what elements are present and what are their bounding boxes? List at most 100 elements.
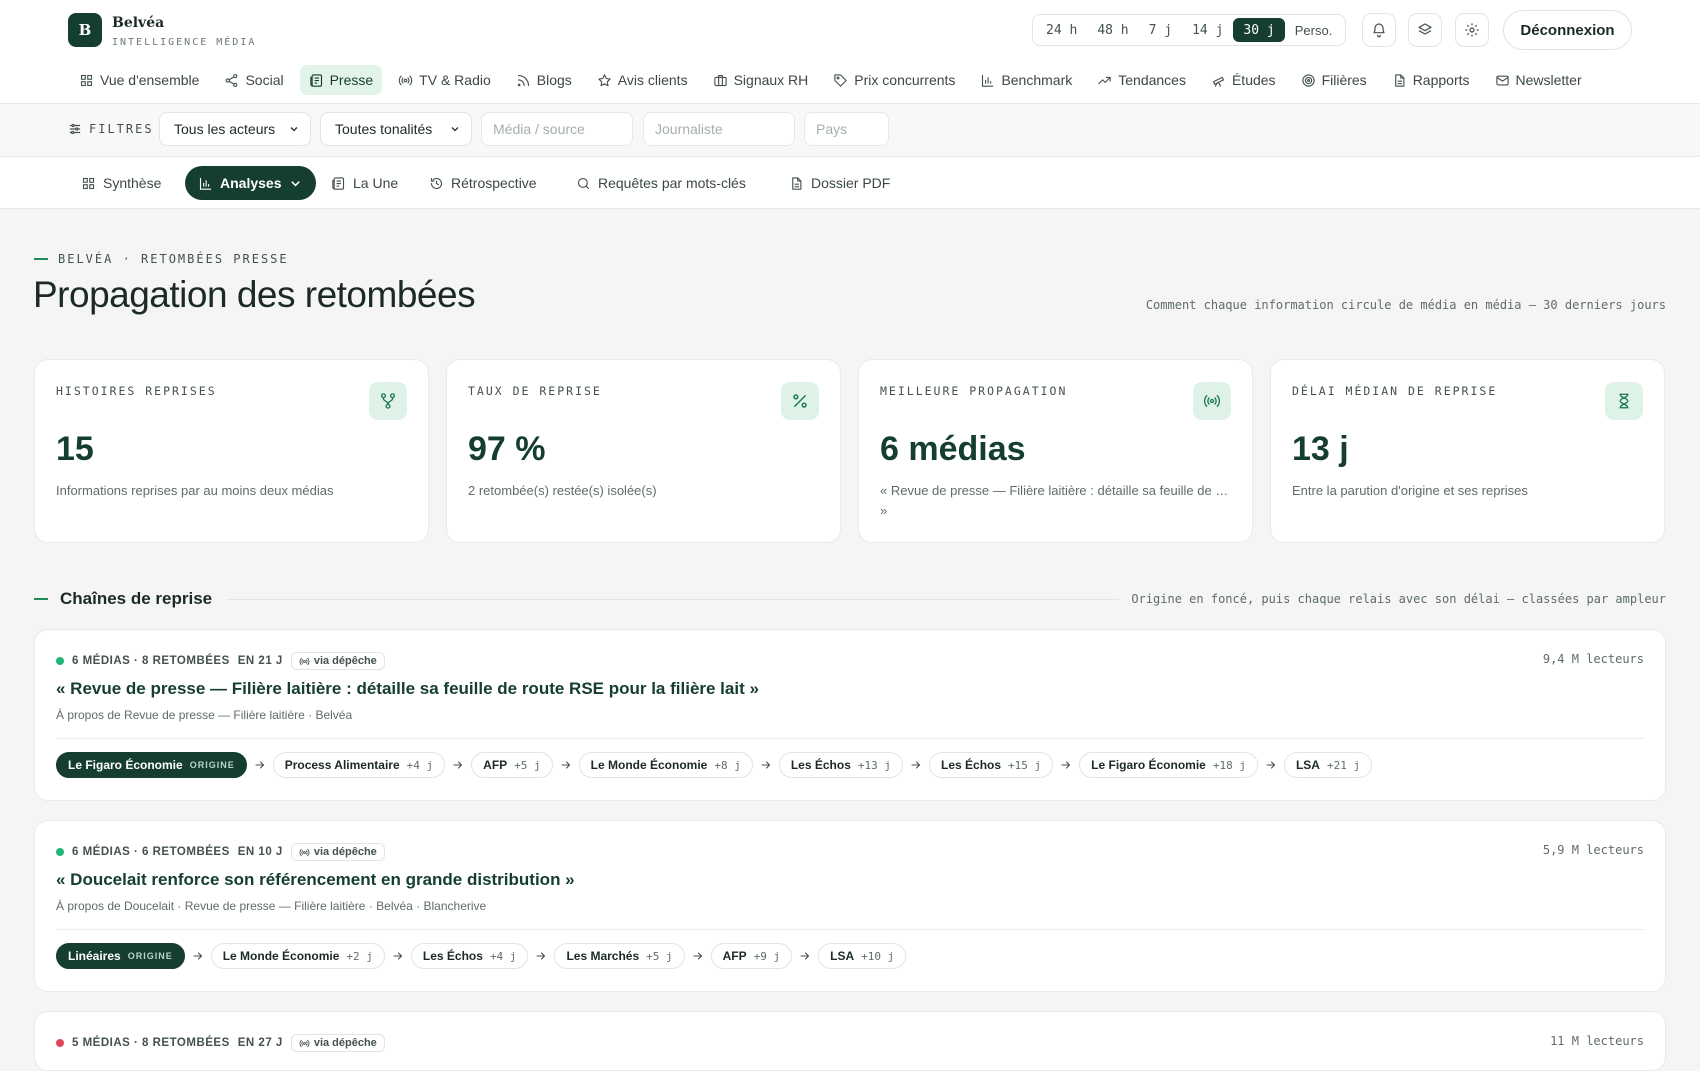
arrow-right-icon [798,949,812,963]
kpi-value: 15 [56,430,94,468]
period-14j[interactable]: 14 j [1182,18,1233,42]
tab-analyses[interactable]: Analyses [185,166,317,200]
arrow-right-icon [691,949,705,963]
nav-social[interactable]: Social [215,65,292,95]
depeche-label: via dépêche [313,1037,377,1049]
relay-chip[interactable]: AFP +5 j [471,752,553,778]
nav-avis-clients[interactable]: Avis clients [588,65,697,95]
media-source-input[interactable]: Média / source [481,112,633,146]
relay-chip[interactable]: Le Monde Économie +8 j [578,752,753,778]
relay-chip[interactable]: Process Alimentaire +4 j [272,752,446,778]
tab-label: Dossier PDF [811,175,891,191]
chain-meta-text: 6 MÉDIAS · 8 RETOMBÉES [72,655,230,667]
layers-button[interactable] [1408,13,1442,47]
nav-vue-ensemble[interactable]: Vue d'ensemble [70,65,208,95]
origin-chip[interactable]: Linéaires ORIGINE [56,943,185,969]
relay-chain: Linéaires ORIGINE Le Monde Économie +2 j … [56,943,907,969]
period-48h[interactable]: 48 h [1087,18,1138,42]
period-24h[interactable]: 24 h [1036,18,1087,42]
nav-benchmark[interactable]: Benchmark [971,65,1081,95]
country-input[interactable]: Pays [804,112,889,146]
tab-dossier-pdf[interactable]: Dossier PDF [776,166,903,200]
tab-label: Analyses [220,175,282,191]
section-divider [226,598,1120,600]
relay-delay: +2 j [346,949,373,963]
nav-label: Études [1231,72,1276,88]
kpi-card-propagation: MEILLEURE PROPAGATION 6 médias « Revue d… [858,359,1253,543]
origin-media: Le Figaro Économie [68,758,183,772]
tab-retrospective[interactable]: Rétrospective [416,166,550,200]
period-30j[interactable]: 30 j [1233,18,1285,42]
relay-delay: +5 j [514,758,541,772]
relay-media: Process Alimentaire [284,758,400,772]
arrow-right-icon [451,758,465,772]
relay-chip[interactable]: AFP +9 j [710,943,793,969]
nav-signaux-rh[interactable]: Signaux RH [704,65,818,95]
origin-chip[interactable]: Le Figaro Économie ORIGINE [56,752,247,778]
relay-delay: +18 j [1212,758,1246,772]
grid-icon [80,74,93,86]
notifications-button[interactable] [1362,13,1396,47]
journalist-input[interactable]: Journaliste [643,112,795,146]
nav-newsletter[interactable]: Newsletter [1486,65,1591,95]
actors-select[interactable]: Tous les acteurs [159,112,311,146]
nav-etudes[interactable]: Études [1202,65,1285,95]
nav-filieres[interactable]: Filières [1292,65,1376,95]
nav-presse[interactable]: Presse [299,65,383,95]
origin-tag: ORIGINE [127,951,173,961]
newspaper-icon [332,176,345,190]
relay-chip[interactable]: Le Figaro Économie +18 j [1079,752,1258,778]
arrow-right-icon [391,949,405,963]
tab-la-une[interactable]: La Une [318,166,411,200]
relay-chip[interactable]: Le Monde Économie +2 j [210,943,385,969]
eyebrow-dash [34,258,48,260]
main-nav: Vue d'ensemble Social Presse TV & Radio … [70,64,1700,96]
relay-chip[interactable]: LSA +10 j [818,943,907,969]
settings-button[interactable] [1455,13,1489,47]
chain-about: À propos de Doucelait · Revue de presse … [56,899,487,913]
target-icon [1301,73,1315,87]
nav-tv-radio[interactable]: TV & Radio [389,65,500,95]
chain-title[interactable]: « Doucelait renforce son référencement e… [56,870,575,890]
relay-chip[interactable]: Les Échos +4 j [410,943,529,969]
relay-media: Le Monde Économie [222,949,340,963]
tab-label: Requêtes par mots-clés [598,175,746,191]
hourglass-icon [1619,393,1629,409]
relay-media: AFP [722,949,747,963]
nav-blogs[interactable]: Blogs [507,65,581,95]
relay-delay: +13 j [857,758,891,772]
chain-card[interactable]: 6 MÉDIAS · 8 RETOMBÉES EN 21 J via dépêc… [34,629,1666,801]
chain-title[interactable]: « Revue de presse — Filière laitière : d… [56,679,759,699]
depeche-badge: via dépêche [290,1034,385,1052]
chain-card[interactable]: 5 MÉDIAS · 8 RETOMBÉES EN 27 J via dépêc… [34,1011,1666,1071]
tab-requetes[interactable]: Requêtes par mots-clés [563,166,759,200]
chain-span: EN 27 J [237,1037,283,1049]
relay-chip[interactable]: Les Échos +13 j [778,752,903,778]
period-custom[interactable]: Perso. [1285,18,1343,42]
nav-rapports[interactable]: Rapports [1383,65,1479,95]
tone-select[interactable]: Toutes tonalités [320,112,472,146]
tab-synthese[interactable]: Synthèse [68,166,174,200]
relay-chip[interactable]: Les Échos +15 j [929,752,1054,778]
period-7j[interactable]: 7 j [1139,18,1182,42]
kpi-value: 6 médias [880,430,1026,468]
arrow-right-icon [909,758,923,772]
page-subtitle: Comment chaque information circule de mé… [1145,298,1666,312]
origin-tag: ORIGINE [189,760,235,770]
relay-chip[interactable]: Les Marchés +5 j [554,943,685,969]
logout-button[interactable]: Déconnexion [1503,10,1632,50]
nav-prix-concurrents[interactable]: Prix concurrents [824,65,964,95]
kpi-desc: Entre la parution d'origine et ses repri… [1292,483,1528,498]
chain-card[interactable]: 6 MÉDIAS · 6 RETOMBÉES EN 10 J via dépêc… [34,820,1666,992]
bar-chart-icon [982,74,994,87]
broadcast-icon [299,657,310,665]
brand-logo[interactable]: B [68,13,102,47]
status-dot [56,1039,64,1047]
relay-chip[interactable]: LSA +21 j [1283,752,1373,778]
tag-icon [834,73,847,87]
layers-icon [1418,23,1432,35]
kpi-icon-box [1193,382,1231,420]
nav-tendances[interactable]: Tendances [1088,65,1195,95]
depeche-badge: via dépêche [290,843,385,861]
relay-media: Les Marchés [566,949,640,963]
